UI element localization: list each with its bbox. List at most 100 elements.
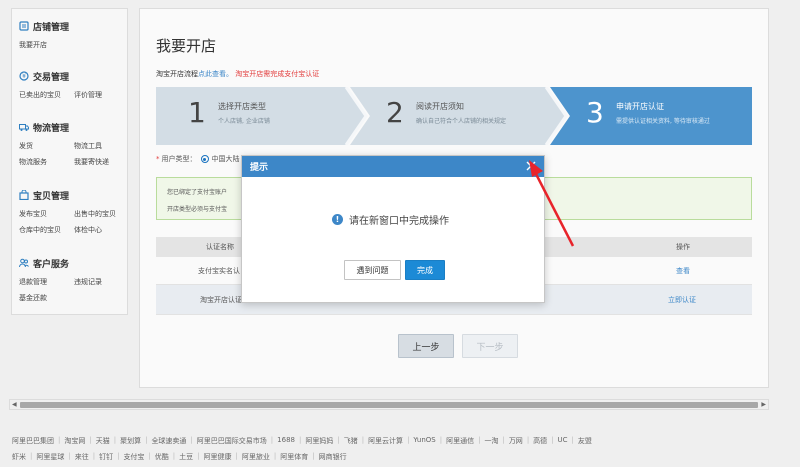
page: 店铺管理 我要开店 ¥ 交易管理 已卖出的宝贝 评价管理 物流管理 发货 物流工… [0,0,800,467]
footer-links-row-2: 虾米 | 阿里星球 | 来往 | 钉钉 | 支付宝 | 优酷 | 土豆 | 阿里健康 | 阿里旅业 | 阿里体育 | 网… [12,452,347,462]
footer-separator: | [145,436,148,444]
close-icon[interactable] [524,159,538,173]
footer-link[interactable]: 1688 [277,436,295,446]
sidebar-section-store: 店铺管理 我要开店 [19,19,74,53]
dialog-title: 提示 [250,163,269,173]
process-link[interactable]: 点此查看。 [198,70,233,78]
step-desc: 确认自己符合个人店铺的相关规定 [416,118,507,125]
done-button[interactable]: 完成 [405,260,445,280]
footer-link[interactable]: 优酷 [155,452,169,462]
footer-link[interactable]: 万网 [509,436,523,446]
step-title: 申请开店认证 [616,102,664,111]
page-title: 我要开店 [156,37,217,55]
scroll-left-icon[interactable]: ◀ [12,401,17,408]
footer-link[interactable]: 钉钉 [99,452,113,462]
footer-separator: | [298,436,302,444]
sidebar-section-title: 店铺管理 [33,22,70,33]
step-title: 阅读开店须知 [416,102,464,111]
footer-separator: | [190,436,193,444]
sidebar: 店铺管理 我要开店 ¥ 交易管理 已卖出的宝贝 评价管理 物流管理 发货 物流工… [11,8,128,315]
footer-link[interactable]: 飞猪 [344,436,358,446]
sidebar-link-logistics-service[interactable]: 物流服务 [19,154,74,170]
footer-link[interactable]: YunOS [413,436,435,446]
sidebar-section-title: 宝贝管理 [33,191,70,202]
footer-separator: | [172,452,176,460]
footer-link[interactable]: 阿里妈妈 [305,436,333,446]
sidebar-section-logistics: 物流管理 发货 物流工具 物流服务 我要寄快递 [19,120,129,170]
footer-separator: | [273,452,277,460]
certify-now-link[interactable]: 立即认证 [668,295,696,305]
sidebar-link-ship[interactable]: 发货 [19,138,74,154]
alipay-auth-link[interactable]: 淘宝开店需完成支付宝认证 [235,70,319,78]
sidebar-link-publish-item[interactable]: 发布宝贝 [19,206,74,222]
info-icon: ! [332,214,343,225]
sidebar-link-send-express[interactable]: 我要寄快递 [74,154,129,170]
sidebar-section-title: 客户服务 [33,259,70,270]
sidebar-link-reviews[interactable]: 评价管理 [74,87,129,103]
step-number: 3 [586,96,604,129]
footer-link[interactable]: 阿里星球 [36,452,64,462]
sidebar-section-trade: ¥ 交易管理 已卖出的宝贝 评价管理 [19,69,129,103]
footer-separator: | [235,452,238,460]
sidebar-link-logistics-tools[interactable]: 物流工具 [74,138,129,154]
footer-link[interactable]: 阿里体育 [280,452,308,462]
footer-link[interactable]: 友盟 [578,436,592,446]
sidebar-link-items-on-sale[interactable]: 出售中的宝贝 [74,206,129,222]
scroll-right-icon[interactable]: ▶ [761,401,766,408]
footer-link[interactable]: 土豆 [179,452,193,462]
footer-separator: | [117,452,120,460]
footer-link[interactable]: 网商银行 [319,452,347,462]
sidebar-section-customer-service: 客户服务 退款管理 违规记录 基金还款 [19,256,129,306]
footer-separator: | [361,436,365,444]
footer-link[interactable]: 阿里巴巴集团 [12,436,54,446]
sidebar-link-checkup-center[interactable]: 体检中心 [74,222,129,238]
footer-link[interactable]: 阿里通信 [446,436,474,446]
open-store-notice: 淘宝开店流程点此查看。 淘宝开店需完成支付宝认证 [156,69,319,79]
footer-link[interactable]: 阿里巴巴国际交易市场 [197,436,267,446]
scrollbar-thumb[interactable] [20,402,758,408]
sidebar-section-title: 物流管理 [33,123,70,134]
footer-link[interactable]: 阿里旅业 [242,452,270,462]
sidebar-link-refunds[interactable]: 退款管理 [19,274,74,290]
footer-link[interactable]: 高德 [533,436,547,446]
footer-separator: | [312,452,315,460]
footer-link[interactable]: 一淘 [484,436,498,446]
horizontal-scrollbar[interactable]: ◀ ▶ [9,399,769,410]
footer-separator: | [526,436,530,444]
problem-button[interactable]: 遇到问题 [344,260,401,280]
footer-link[interactable]: 全球速卖通 [151,436,186,446]
footer-link[interactable]: 支付宝 [123,452,144,462]
prompt-dialog: 提示 ! 请在新窗口中完成操作 遇到问题 完成 [241,155,545,303]
step-number: 2 [386,96,404,129]
footer-separator: | [197,452,200,460]
footer-link[interactable]: 聚划算 [120,436,141,446]
footer-link[interactable]: 来往 [75,452,89,462]
step-number: 1 [188,96,206,129]
user-type-value: 中国大陆 [211,155,240,163]
sidebar-link-open-store[interactable]: 我要开店 [19,37,74,53]
footer-separator: | [92,452,96,460]
footer-link[interactable]: 阿里健康 [204,452,232,462]
sidebar-section-items: 宝贝管理 发布宝贝 出售中的宝贝 仓库中的宝贝 体检中心 [19,188,129,238]
footer-links-row-1: 阿里巴巴集团 | 淘宝网 | 天猫 | 聚划算 | 全球速卖通 | 阿里巴巴国际交易市场 | 1688 |… [12,436,592,446]
user-type-radio[interactable] [200,155,209,163]
footer-link[interactable]: 虾米 [12,452,26,462]
sidebar-link-sold-items[interactable]: 已卖出的宝贝 [19,87,74,103]
footer-separator: | [407,436,410,444]
sidebar-section-title: 交易管理 [33,72,70,83]
sidebar-link-items-in-warehouse[interactable]: 仓库中的宝贝 [19,222,74,238]
header-auth-name: 认证名称 [206,243,234,251]
notice-line-2: 开店类型必须与支付宝 [167,206,228,213]
view-link[interactable]: 查看 [676,266,690,276]
footer-link[interactable]: 阿里云计算 [368,436,403,446]
footer-link[interactable]: UC [558,436,568,446]
next-step-button[interactable]: 下一步 [462,334,518,358]
user-type-row: * 用户类型： 中国大陆 [156,154,240,164]
footer-link[interactable]: 淘宝网 [64,436,85,446]
footer-link[interactable]: 天猫 [96,436,110,446]
sidebar-link-fund-repayment[interactable]: 基金还款 [19,290,74,306]
truck-icon [19,124,29,131]
dialog-header: 提示 [242,156,544,177]
prev-step-button[interactable]: 上一步 [398,334,454,358]
sidebar-link-violations[interactable]: 违规记录 [74,274,129,290]
